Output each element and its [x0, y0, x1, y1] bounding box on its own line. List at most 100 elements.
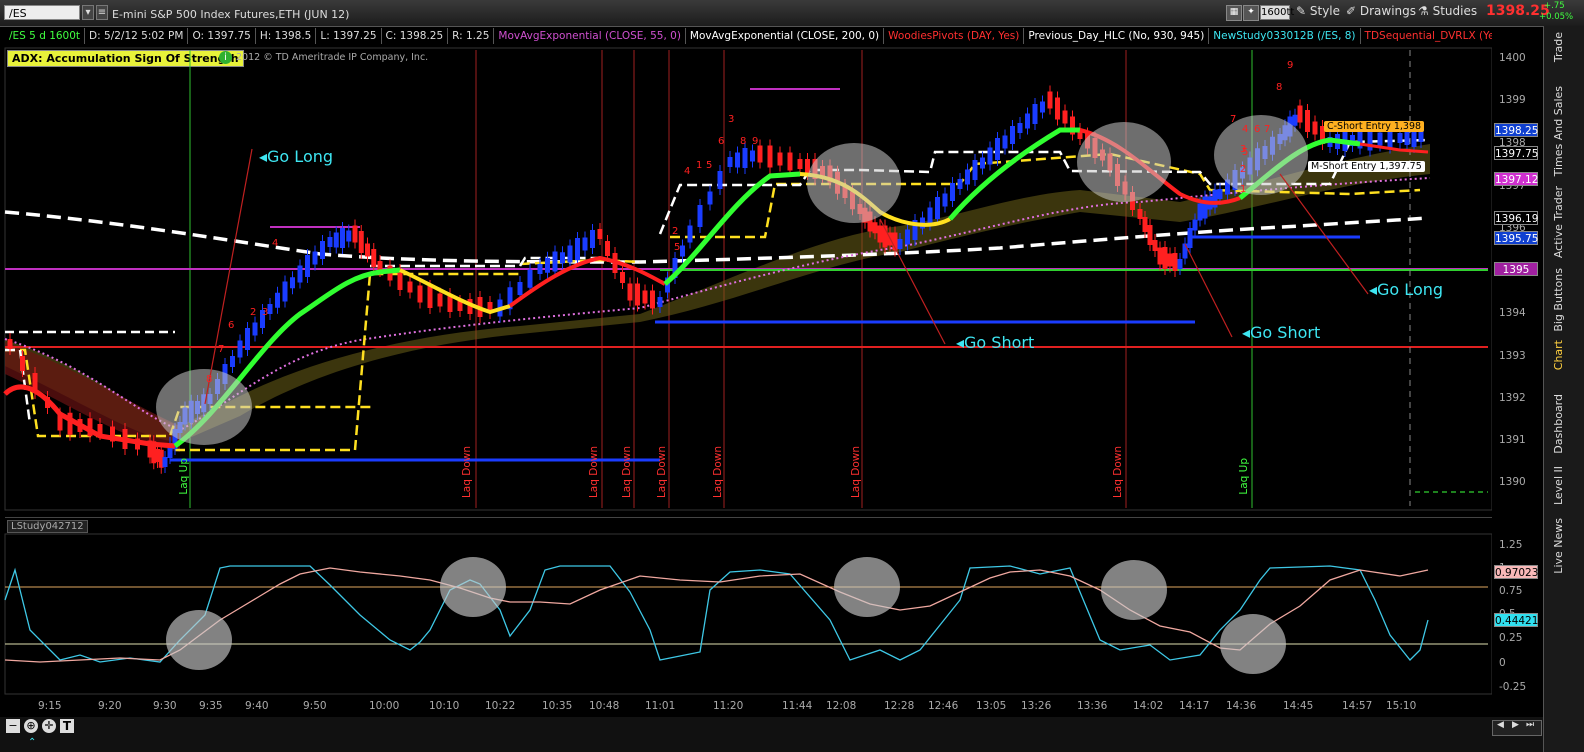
lower-axis-label: 0 [1499, 657, 1506, 669]
info-close: C: 1398.25 [382, 28, 449, 44]
lower-axis-label: -0.25 [1499, 681, 1527, 693]
time-axis-label: 12:28 [884, 700, 915, 712]
symbol-menu-button[interactable]: ≡ [96, 5, 108, 20]
scroll-end-icon[interactable]: ⏭ [1526, 720, 1534, 730]
sidebar-tab-trade[interactable]: Trade [1552, 32, 1565, 62]
lower-axis-label: 0.25 [1499, 632, 1523, 644]
highlight-circle-4 [1214, 115, 1308, 195]
info-low: L: 1397.25 [316, 28, 382, 44]
zoom-out-icon[interactable]: − [6, 719, 20, 733]
study-label-ema55[interactable]: MovAvgExponential (CLOSE, 55, 0) [494, 28, 686, 44]
wrench-icon[interactable]: ✦ [1243, 5, 1259, 21]
go-short-label-2: ◂Go Short [1242, 323, 1321, 342]
style-menu[interactable]: ✎ Style [1296, 4, 1340, 18]
info-open: O: 1397.75 [188, 28, 256, 44]
go-long-text-1: Go Long [267, 147, 334, 166]
go-long-arrow-1 [204, 148, 253, 405]
time-axis-label: 14:17 [1179, 700, 1210, 712]
time-axis-label: 9:50 [303, 700, 327, 712]
sidebar-tab-active-trader[interactable]: Active Trader [1552, 186, 1565, 258]
laq-label: Laq Up [1238, 458, 1250, 495]
crosshair-icon[interactable]: ✛ [42, 719, 56, 733]
go-long-label-2: ◂Go Long [1369, 280, 1444, 299]
laq-label: Laq Down [1112, 446, 1124, 499]
go-long-arrow-2 [1279, 173, 1369, 295]
go-short-text-2: Go Short [1250, 323, 1321, 342]
sidebar-tab-level-ii[interactable]: Level II [1552, 466, 1565, 505]
time-axis-label: 13:05 [976, 700, 1007, 712]
price-tag: 1397.75 [1494, 146, 1539, 160]
price-axis-label: 1390 [1499, 476, 1526, 488]
time-axis-label: 10:22 [485, 700, 516, 712]
info-high: H: 1398.5 [256, 28, 317, 44]
chart-nav-controls[interactable]: ◀ ▶ ⏭ [1492, 720, 1542, 736]
lower-highlight-circle-4 [1101, 560, 1167, 620]
drawings-menu[interactable]: ✐ Drawings [1346, 4, 1416, 18]
time-axis-label: 15:10 [1386, 700, 1417, 712]
top-toolbar: /ES ▾ ≡ E-mini S&P 500 Index Futures,ETH… [0, 0, 1584, 27]
time-axis-label: 11:44 [782, 700, 813, 712]
time-axis-label: 9:35 [199, 700, 223, 712]
time-axis-label: 11:01 [645, 700, 676, 712]
studies-menu[interactable]: ⚗ Studies [1418, 4, 1477, 18]
lower-highlight-circle-5 [1220, 614, 1286, 674]
price-tag-ema200: 1396.19 [1494, 211, 1539, 225]
drawings-label: Drawings [1359, 4, 1417, 18]
m-short-entry-tag: M-Short Entry 1,397.75 [1308, 161, 1425, 172]
time-axis-label: 9:15 [38, 700, 62, 712]
price-axis-label: 1394 [1499, 307, 1526, 319]
study-label-woodies[interactable]: WoodiesPivots (DAY, Yes) [884, 28, 1025, 44]
text-tool-icon[interactable]: T [60, 719, 74, 733]
laq-label: Laq Down [588, 446, 600, 499]
symbol-input[interactable]: /ES [4, 5, 80, 20]
time-axis-label: 9:30 [153, 700, 177, 712]
sidebar-tab-big-buttons[interactable]: Big Buttons [1552, 268, 1565, 332]
study-label-newstudy[interactable]: NewStudy033012B (/ES, 8) [1209, 28, 1361, 44]
expand-chevron-icon[interactable]: ⌃ [28, 737, 36, 748]
price-chart[interactable] [0, 44, 1492, 514]
chart-info-bar: /ES 5 d 1600t D: 5/2/12 5:02 PM O: 1397.75… [5, 28, 1492, 44]
time-axis-label: 10:00 [369, 700, 400, 712]
price-tag-last: 1398.25 [1494, 123, 1539, 137]
symbol-dropdown-button[interactable]: ▾ [82, 5, 94, 20]
zoom-in-icon[interactable]: ⊕ [24, 719, 38, 733]
lower-axis-label: 0.75 [1499, 585, 1523, 597]
lower-study-chart[interactable] [0, 520, 1492, 698]
time-axis-label: 9:40 [245, 700, 269, 712]
bottom-toolbar: − ⊕ ✛ T ⌃ ◀ ▶ ⏭ [0, 717, 1543, 752]
time-axis-label: 10:10 [429, 700, 460, 712]
pane-divider[interactable] [5, 517, 1492, 518]
sidebar-tab-times-and-sales[interactable]: Times And Sales [1552, 86, 1565, 176]
study-label-tdsequential[interactable]: TDSequential_DVRLX (Yes, Yes, Yes, Yes, … [1361, 28, 1492, 44]
study-label-ema200[interactable]: MovAvgExponential (CLOSE, 200, 0) [686, 28, 885, 44]
time-axis-label: 14:02 [1133, 700, 1164, 712]
signal-vertical-lines [189, 50, 1253, 508]
sidebar-tab-chart[interactable]: Chart [1552, 340, 1565, 370]
ema-fast-yellow-segment [399, 268, 511, 315]
sidebar-tab-dashboard[interactable]: Dashboard [1552, 394, 1565, 454]
lower-axis-label: 1.25 [1499, 539, 1523, 551]
aggregation-selector[interactable]: 1600tt [1260, 5, 1294, 20]
laq-label: Laq Down [461, 446, 473, 499]
grid-icon[interactable]: ▦ [1226, 5, 1242, 21]
time-axis-label: 14:36 [1226, 700, 1257, 712]
price-change-pct: +0.05% [1539, 12, 1574, 22]
price-tag-support: 1395.75 [1494, 231, 1539, 245]
studies-label: Studies [1432, 4, 1478, 18]
scroll-right-icon[interactable]: ▶ [1512, 720, 1519, 730]
time-axis-label: 14:57 [1342, 700, 1373, 712]
lower-tag-pink: 0.97023 [1494, 565, 1539, 579]
lower-highlight-circle-2 [440, 557, 506, 617]
instrument-description: E-mini S&P 500 Index Futures,ETH (JUN 12… [112, 8, 350, 21]
time-axis-label: 11:20 [713, 700, 744, 712]
study-label-prevday[interactable]: Previous_Day_HLC (No, 930, 945) [1024, 28, 1210, 44]
lower-tag-cyan: 0.44421 [1494, 613, 1539, 627]
laq-label: Laq Up [178, 458, 190, 495]
laq-label: Laq Down [621, 446, 633, 499]
highlight-circle-2 [807, 143, 901, 223]
price-axis-label: 1393 [1499, 350, 1526, 362]
price-axis-label: 1399 [1499, 94, 1526, 106]
go-short-label-1: ◂Go Short [956, 333, 1035, 352]
scroll-left-icon[interactable]: ◀ [1497, 720, 1504, 730]
sidebar-tab-live-news[interactable]: Live News [1552, 518, 1565, 574]
